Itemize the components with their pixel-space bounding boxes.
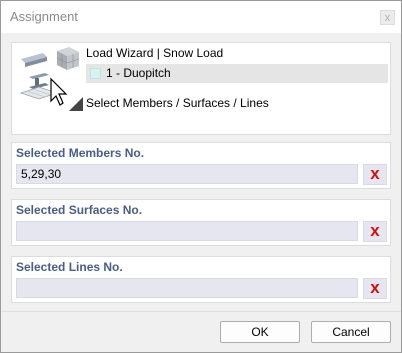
assignment-dialog: Assignment x Load Wizard | Snow Load 1 -… xyxy=(0,0,402,353)
clear-members-button[interactable]: x xyxy=(363,164,387,185)
delete-icon: x xyxy=(370,278,380,297)
load-wizard-icon xyxy=(19,47,83,111)
lines-label: Selected Lines No. xyxy=(16,260,123,274)
lines-input[interactable] xyxy=(16,278,358,298)
load-case-selector[interactable]: 1 - Duopitch xyxy=(86,64,388,83)
surfaces-group: Selected Surfaces No. x xyxy=(11,199,391,246)
selected-load-case: 1 - Duopitch xyxy=(106,66,171,80)
members-input[interactable]: 5,29,30 xyxy=(16,164,358,184)
dialog-title: Assignment xyxy=(10,9,78,24)
wizard-subtitle: Select Members / Surfaces / Lines xyxy=(86,96,269,110)
title-bar: Assignment x xyxy=(1,1,401,33)
close-button[interactable]: x xyxy=(380,10,395,25)
surfaces-label: Selected Surfaces No. xyxy=(16,203,143,217)
surfaces-input[interactable] xyxy=(16,221,358,241)
members-group: Selected Members No. 5,29,30 x xyxy=(11,142,391,189)
cancel-button[interactable]: Cancel xyxy=(311,321,391,343)
wizard-panel: Load Wizard | Snow Load 1 - Duopitch Sel… xyxy=(11,42,391,135)
clear-surfaces-button[interactable]: x xyxy=(363,221,387,242)
delete-icon: x xyxy=(370,221,380,240)
clear-lines-button[interactable]: x xyxy=(363,278,387,299)
color-swatch xyxy=(90,68,101,79)
members-label: Selected Members No. xyxy=(16,146,145,160)
close-icon: x xyxy=(384,12,391,24)
wizard-title: Load Wizard | Snow Load xyxy=(86,46,224,60)
lines-group: Selected Lines No. x xyxy=(11,256,391,303)
footer-divider xyxy=(1,311,401,312)
delete-icon: x xyxy=(370,164,380,183)
ok-button[interactable]: OK xyxy=(220,321,300,343)
